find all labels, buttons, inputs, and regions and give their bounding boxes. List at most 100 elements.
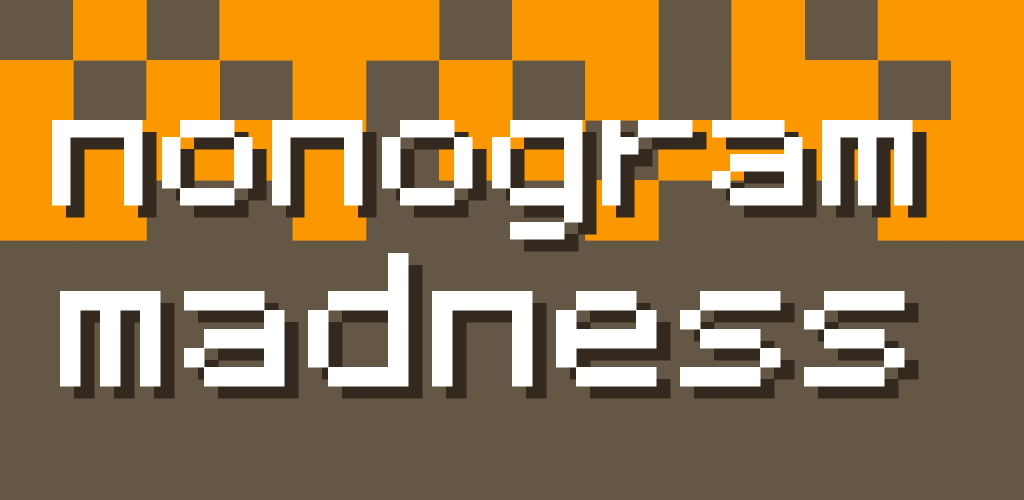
letter-pixel (60, 291, 81, 311)
letter-pixel (88, 120, 107, 138)
letter-pixel (564, 205, 583, 223)
letter-pixel (680, 310, 701, 330)
letter-pixel (636, 310, 657, 330)
letter-pixel (510, 120, 529, 138)
letter-pixel (720, 291, 741, 311)
letter-pixel (884, 348, 905, 368)
letter-pixel (100, 310, 121, 330)
letter-pixel (290, 120, 309, 138)
letter-pixel (344, 188, 363, 206)
letter-pixel (700, 329, 721, 349)
letter-pixel (894, 188, 913, 206)
letter-pixel (864, 367, 885, 387)
letter-pixel (596, 367, 617, 387)
letter-pixel (822, 171, 841, 189)
letter-pixel (140, 367, 161, 387)
letter-pixel (700, 291, 721, 311)
letter-pixel (100, 367, 121, 387)
letter-pixel (272, 120, 291, 138)
letter-pixel (784, 171, 803, 189)
letter-pixel (224, 291, 245, 311)
letter-pixel (546, 222, 565, 240)
letter-pixel (418, 188, 437, 206)
letter-pixel (124, 171, 143, 189)
letter-pixel (740, 291, 761, 311)
letter-pixel (616, 329, 637, 349)
letter-pixel (432, 367, 453, 387)
letter-pixel (436, 120, 455, 138)
letter-pixel (264, 367, 285, 387)
letter-pixel (804, 367, 825, 387)
letter-pixel (824, 329, 845, 349)
letter-pixel (344, 154, 363, 172)
letter-pixel (528, 188, 547, 206)
letter-pixel (636, 329, 657, 349)
letter-pixel (556, 329, 577, 349)
letter-pixel (140, 329, 161, 349)
letter-pixel (244, 291, 265, 311)
letter-pixel (858, 171, 877, 189)
letter-pixel (60, 367, 81, 387)
letter-pixel (720, 329, 741, 349)
letter-pixel (528, 222, 547, 240)
letter-pixel (70, 120, 89, 138)
letter-pixel (804, 310, 825, 330)
letter-pixel (720, 367, 741, 387)
letter-pixel (822, 188, 841, 206)
letter-pixel (162, 171, 181, 189)
letter-pixel (348, 367, 369, 387)
letter-pixel (824, 367, 845, 387)
letter-pixel (382, 137, 401, 155)
letter-pixel (822, 154, 841, 172)
letter-pixel (576, 291, 597, 311)
letter-pixel (198, 120, 217, 138)
letter-pixel (52, 171, 71, 189)
title-banner: nonogram madness (0, 0, 1024, 500)
letter-pixel (388, 329, 409, 349)
title-line-2-shadow (74, 265, 919, 399)
letter-pixel (546, 120, 565, 138)
letter-pixel (766, 154, 785, 172)
letter-pixel (784, 137, 803, 155)
letter-pixel (712, 120, 731, 138)
letter-pixel (766, 120, 785, 138)
letter-pixel (328, 367, 349, 387)
letter-pixel (864, 329, 885, 349)
letter-pixel (822, 137, 841, 155)
letter-pixel (162, 137, 181, 155)
letter-pixel (784, 154, 803, 172)
letter-pixel (748, 154, 767, 172)
letter-pixel (244, 367, 265, 387)
letter-pixel (368, 291, 389, 311)
letter-pixel (510, 188, 529, 206)
letter-pixel (512, 329, 533, 349)
letter-pixel (80, 291, 101, 311)
letter-pixel (180, 188, 199, 206)
letter-pixel (344, 171, 363, 189)
letter-pixel (204, 367, 225, 387)
letter-pixel (382, 154, 401, 172)
letter-pixel (894, 154, 913, 172)
letter-pixel (328, 291, 349, 311)
letter-pixel (528, 120, 547, 138)
letter-pixel (454, 137, 473, 155)
letter-pixel (216, 188, 235, 206)
letter-pixel (382, 171, 401, 189)
letter-pixel (492, 171, 511, 189)
letter-pixel (602, 137, 621, 155)
letter-pixel (512, 348, 533, 368)
letter-pixel (824, 291, 845, 311)
letter-pixel (60, 310, 81, 330)
letter-pixel (264, 310, 285, 330)
letter-pixel (106, 120, 125, 138)
letter-pixel (308, 329, 329, 349)
letter-pixel (344, 137, 363, 155)
letter-pixel (596, 291, 617, 311)
letter-pixel (858, 154, 877, 172)
letter-pixel (894, 171, 913, 189)
letter-pixel (432, 329, 453, 349)
letter-pixel (602, 120, 621, 138)
letter-pixel (602, 154, 621, 172)
letter-pixel (272, 154, 291, 172)
letter-pixel (264, 348, 285, 368)
